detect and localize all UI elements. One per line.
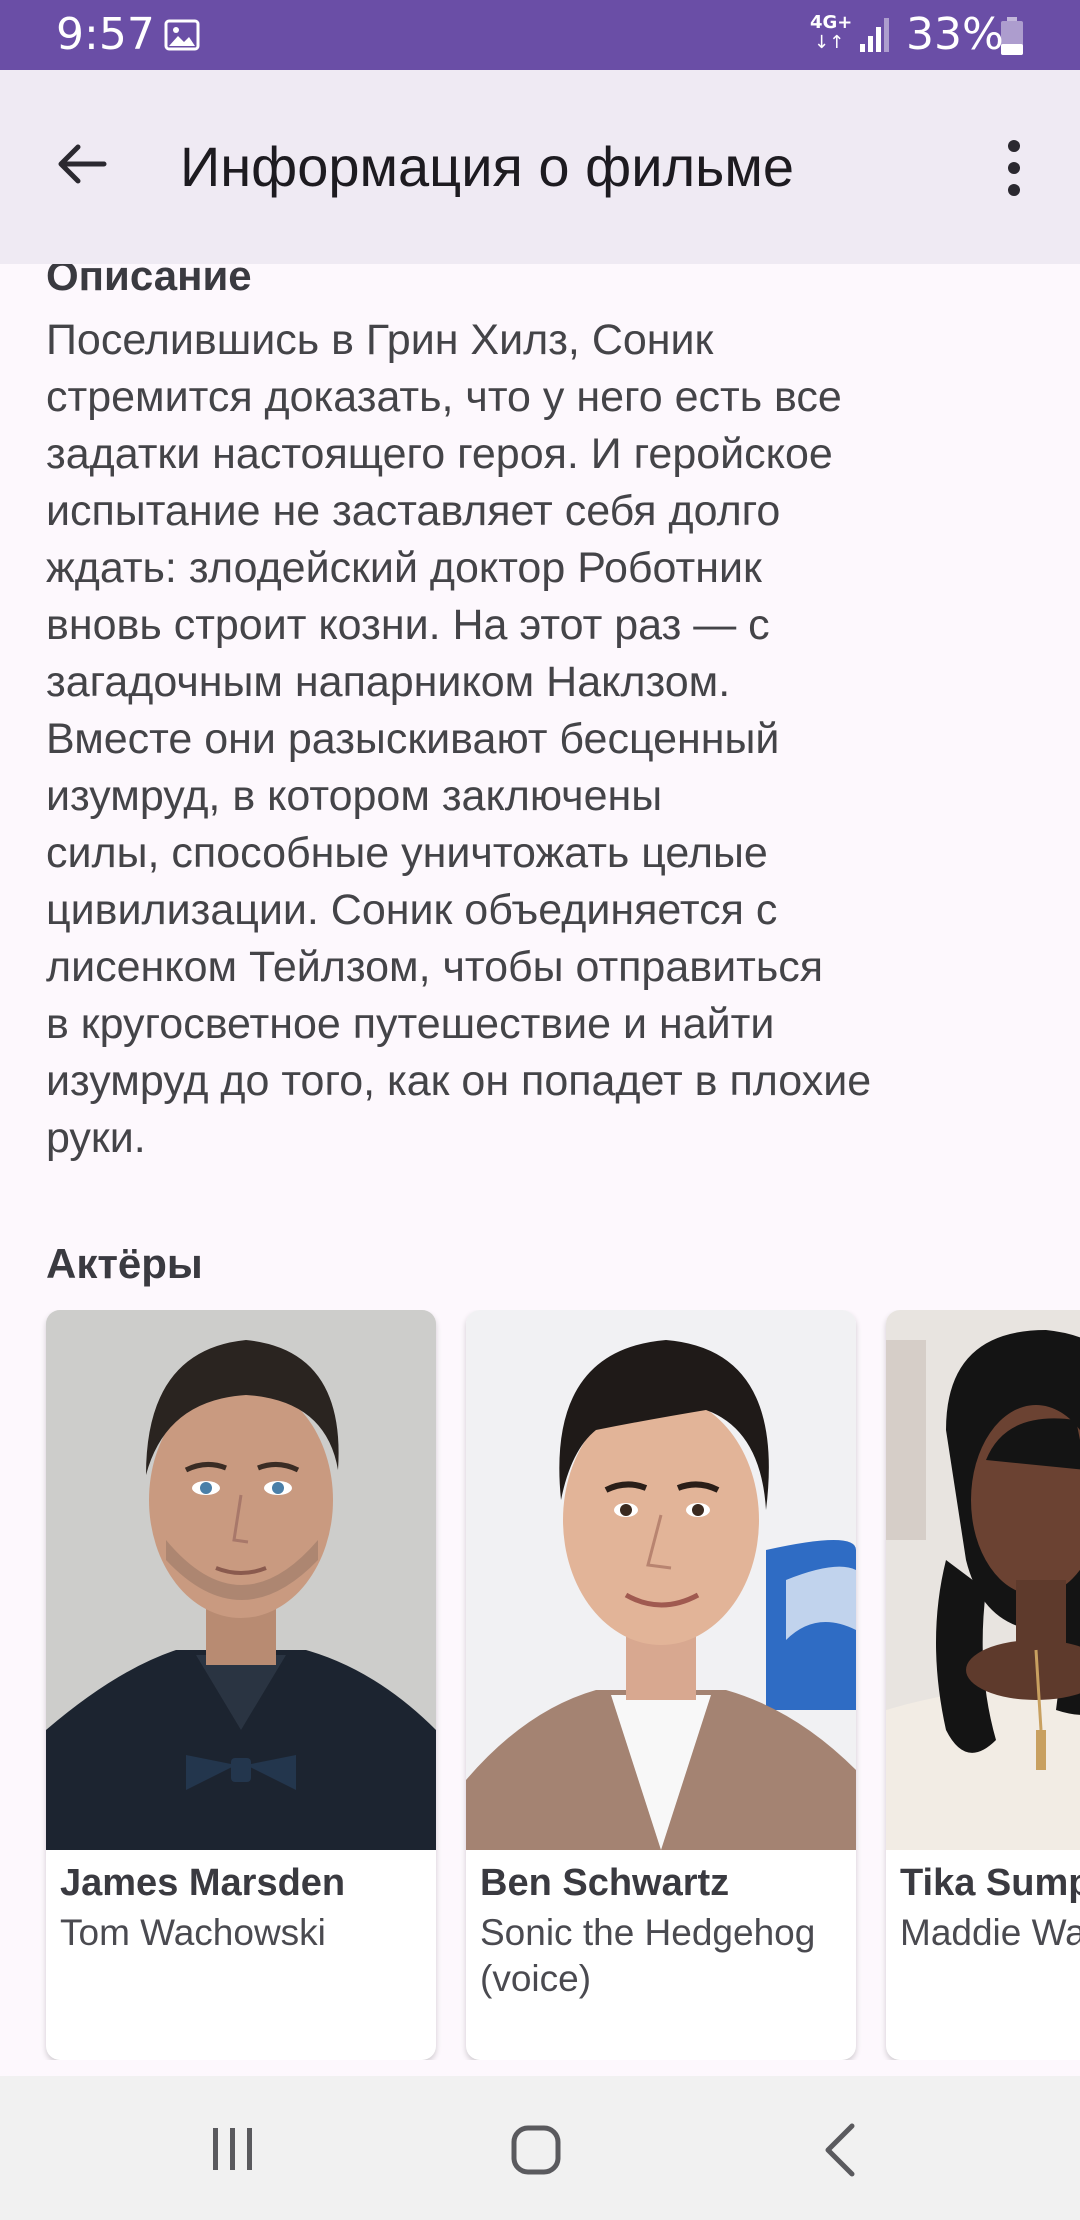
back-nav-icon[interactable] — [820, 2122, 860, 2178]
description-text: Поселившись в Грин Хилз, Соник стремится… — [46, 312, 1046, 1167]
description-line: загадочным напарником Наклзом. — [46, 658, 731, 706]
actor-card[interactable]: Tika Sumpter Maddie Wachowski — [886, 1310, 1080, 2060]
network-activity: ↓↑ — [814, 32, 845, 53]
description-line: руки. — [46, 1114, 146, 1162]
actors-heading: Актёры — [46, 1240, 203, 1287]
description-line: цивилизации. Соник объединяется с — [46, 886, 778, 934]
description-line: испытание не заставляет себя долго — [46, 487, 781, 535]
description-line: вновь строит козни. На этот раз — с — [46, 601, 770, 649]
description-line: изумруд до того, как он попадет в плохие — [46, 1057, 872, 1105]
description-line: Поселившись в Грин Хилз, Соник — [46, 316, 714, 364]
actor-card[interactable]: James Marsden Tom Wachowski — [46, 1310, 436, 2060]
home-icon[interactable] — [510, 2124, 562, 2176]
description-line: ждать: злодейский доктор Роботник — [46, 544, 762, 592]
app-bar: Информация о фильме — [0, 70, 1080, 264]
network-type: 4G+ — [810, 12, 853, 33]
actor-role: Tom Wachowski — [60, 1912, 326, 1953]
actor-card[interactable]: Ben Schwartz Sonic the Hedgehog (voice) — [466, 1310, 856, 2060]
navigation-bar — [0, 2076, 1080, 2220]
actor-role: Sonic the Hedgehog (voice) — [480, 1912, 816, 1999]
description-line: в кругосветное путешествие и найти — [46, 1000, 775, 1048]
description-line: силы, способные уничтожать целые — [46, 829, 768, 877]
actor-name: Ben Schwartz — [480, 1862, 730, 1904]
description-line: лисенком Тейлзом, чтобы отправиться — [46, 943, 824, 991]
description-line: стремится доказать, что у него есть все — [46, 373, 842, 421]
actor-name: James Marsden — [60, 1862, 346, 1904]
status-time: 9:57 — [56, 9, 155, 60]
battery-icon — [1001, 17, 1023, 55]
signal-icon — [860, 18, 889, 52]
gallery-icon — [164, 19, 200, 51]
actor-photo — [46, 1310, 436, 1850]
actor-photo — [466, 1310, 856, 1850]
description-line: задатки настоящего героя. И геройское — [46, 430, 833, 478]
actor-role: Maddie Wachowski — [900, 1912, 1080, 1953]
description-line: изумруд, в котором заключены — [46, 772, 663, 820]
page-title: Информация о фильме — [180, 135, 794, 198]
back-arrow-icon[interactable] — [52, 134, 112, 194]
recent-apps-icon[interactable] — [208, 2124, 258, 2174]
actor-name: Tika Sumpter — [900, 1862, 1080, 1904]
description-line: Вместе они разыскивают бесценный — [46, 715, 780, 763]
status-bar: 9:57 4G+ ↓↑ 33% — [0, 0, 1080, 70]
more-vert-icon[interactable] — [994, 136, 1034, 200]
battery-level: 33% — [906, 9, 1004, 60]
actors-carousel[interactable]: James Marsden Tom Wachowski Ben Schwartz… — [0, 1310, 1080, 2060]
actor-photo — [886, 1310, 1080, 1850]
